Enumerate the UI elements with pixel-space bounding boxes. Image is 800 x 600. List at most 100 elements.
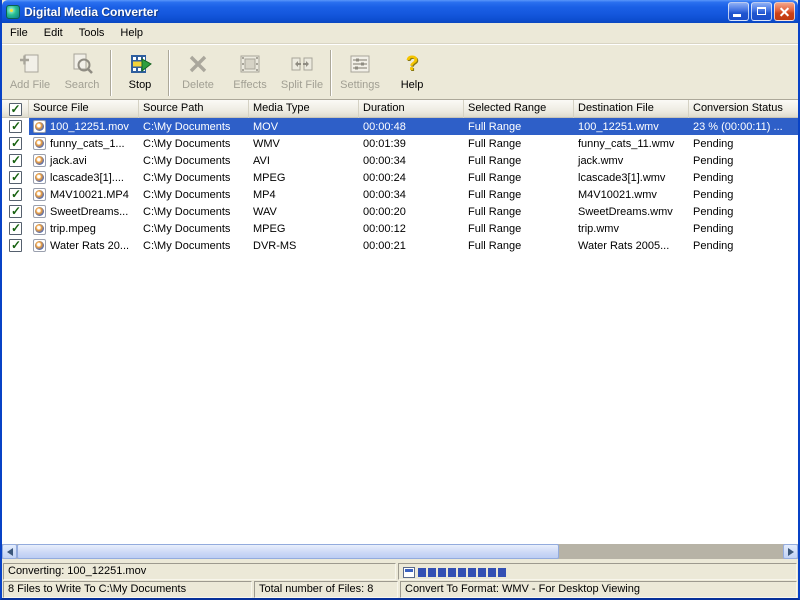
- add-file-button[interactable]: Add File: [4, 48, 56, 98]
- media-file-icon: [33, 171, 46, 184]
- progress-segment: [478, 568, 486, 577]
- file-list-header: Source File Source Path Media Type Durat…: [2, 100, 798, 118]
- column-source-file[interactable]: Source File: [29, 100, 139, 118]
- app-window: Digital Media Converter File Edit Tools …: [0, 0, 800, 600]
- cell-conversion-status: Pending: [689, 203, 798, 220]
- cell-media-type: WAV: [249, 203, 359, 220]
- column-media-type[interactable]: Media Type: [249, 100, 359, 118]
- row-checkbox[interactable]: [9, 188, 22, 201]
- toolbar-separator: [110, 50, 112, 96]
- maximize-icon: [757, 7, 766, 15]
- media-file-icon: [33, 222, 46, 235]
- cell-source-file: funny_cats_1...: [29, 135, 139, 152]
- help-button[interactable]: ? Help: [386, 48, 438, 98]
- progress-segment: [498, 568, 506, 577]
- cell-source-file: M4V10021.MP4: [29, 186, 139, 203]
- stop-button[interactable]: Stop: [114, 48, 166, 98]
- cell-source-path: C:\My Documents: [139, 203, 249, 220]
- progress-segment: [448, 568, 456, 577]
- toolbar-separator: [168, 50, 170, 96]
- media-file-icon: [33, 188, 46, 201]
- media-file-icon: [33, 239, 46, 252]
- total-files-status: Total number of Files: 8: [254, 581, 398, 598]
- column-duration[interactable]: Duration: [359, 100, 464, 118]
- table-row[interactable]: jack.avi C:\My Documents AVI 00:00:34 Fu…: [2, 152, 798, 169]
- table-row[interactable]: Water Rats 20... C:\My Documents DVR-MS …: [2, 237, 798, 254]
- cell-destination-file: jack.wmv: [574, 152, 689, 169]
- maximize-button[interactable]: [751, 2, 772, 21]
- cell-destination-file: Water Rats 2005...: [574, 237, 689, 254]
- cell-source-path: C:\My Documents: [139, 237, 249, 254]
- row-checkbox[interactable]: [9, 222, 22, 235]
- select-all-checkbox[interactable]: [9, 103, 22, 116]
- split-file-button[interactable]: Split File: [276, 48, 328, 98]
- cell-source-path: C:\My Documents: [139, 152, 249, 169]
- column-conversion-status[interactable]: Conversion Status: [689, 100, 798, 118]
- search-button[interactable]: Search: [56, 48, 108, 98]
- menu-file[interactable]: File: [2, 23, 36, 43]
- cell-source-path: C:\My Documents: [139, 186, 249, 203]
- minimize-button[interactable]: [728, 2, 749, 21]
- cell-selected-range: Full Range: [464, 220, 574, 237]
- close-button[interactable]: [774, 2, 795, 21]
- table-row[interactable]: M4V10021.MP4 C:\My Documents MP4 00:00:3…: [2, 186, 798, 203]
- cell-conversion-status: 23 % (00:00:11) ...: [689, 118, 798, 135]
- row-checkbox[interactable]: [9, 239, 22, 252]
- cell-source-path: C:\My Documents: [139, 220, 249, 237]
- progress-indicator-icon: [403, 567, 415, 578]
- column-source-path[interactable]: Source Path: [139, 100, 249, 118]
- delete-button[interactable]: Delete: [172, 48, 224, 98]
- row-checkbox[interactable]: [9, 205, 22, 218]
- cell-conversion-status: Pending: [689, 169, 798, 186]
- cell-conversion-status: Pending: [689, 186, 798, 203]
- row-checkbox[interactable]: [9, 154, 22, 167]
- delete-icon: [185, 51, 211, 77]
- stop-icon: [127, 51, 153, 77]
- progress-panel: [398, 563, 797, 580]
- toolbar-separator: [330, 50, 332, 96]
- table-row[interactable]: SweetDreams... C:\My Documents WAV 00:00…: [2, 203, 798, 220]
- row-checkbox[interactable]: [9, 137, 22, 150]
- effects-button[interactable]: Effects: [224, 48, 276, 98]
- table-row[interactable]: funny_cats_1... C:\My Documents WMV 00:0…: [2, 135, 798, 152]
- cell-media-type: MP4: [249, 186, 359, 203]
- file-list-body: 100_12251.mov C:\My Documents MOV 00:00:…: [2, 118, 798, 254]
- cell-source-path: C:\My Documents: [139, 135, 249, 152]
- cell-source-file: 100_12251.mov: [29, 118, 139, 135]
- file-list-empty-area: [2, 254, 798, 544]
- settings-button[interactable]: Settings: [334, 48, 386, 98]
- cell-destination-file: funny_cats_11.wmv: [574, 135, 689, 152]
- row-checkbox[interactable]: [9, 120, 22, 133]
- cell-selected-range: Full Range: [464, 118, 574, 135]
- app-icon: [6, 5, 20, 19]
- table-row[interactable]: 100_12251.mov C:\My Documents MOV 00:00:…: [2, 118, 798, 135]
- cell-destination-file: M4V10021.wmv: [574, 186, 689, 203]
- progress-segment: [438, 568, 446, 577]
- delete-label: Delete: [182, 79, 214, 91]
- column-selected-range[interactable]: Selected Range: [464, 100, 574, 118]
- progress-segment: [468, 568, 476, 577]
- cell-source-file: trip.mpeg: [29, 220, 139, 237]
- scrollbar-thumb[interactable]: [17, 544, 559, 559]
- row-checkbox[interactable]: [9, 171, 22, 184]
- scroll-left-button[interactable]: [2, 544, 17, 559]
- menu-edit[interactable]: Edit: [36, 23, 71, 43]
- column-destination-file[interactable]: Destination File: [574, 100, 689, 118]
- cell-conversion-status: Pending: [689, 152, 798, 169]
- scroll-right-button[interactable]: [783, 544, 798, 559]
- table-row[interactable]: lcascade3[1].... C:\My Documents MPEG 00…: [2, 169, 798, 186]
- cell-selected-range: Full Range: [464, 169, 574, 186]
- converting-status: Converting: 100_12251.mov: [3, 563, 396, 580]
- cell-media-type: MPEG: [249, 220, 359, 237]
- media-file-icon: [33, 137, 46, 150]
- menu-help[interactable]: Help: [112, 23, 151, 43]
- cell-destination-file: lcascade3[1].wmv: [574, 169, 689, 186]
- horizontal-scrollbar[interactable]: [2, 544, 798, 559]
- add-file-icon: [17, 51, 43, 77]
- row-checkbox-cell: [2, 118, 29, 135]
- cell-selected-range: Full Range: [464, 152, 574, 169]
- cell-destination-file: SweetDreams.wmv: [574, 203, 689, 220]
- table-row[interactable]: trip.mpeg C:\My Documents MPEG 00:00:12 …: [2, 220, 798, 237]
- menu-tools[interactable]: Tools: [71, 23, 113, 43]
- file-list: Source File Source Path Media Type Durat…: [2, 100, 798, 559]
